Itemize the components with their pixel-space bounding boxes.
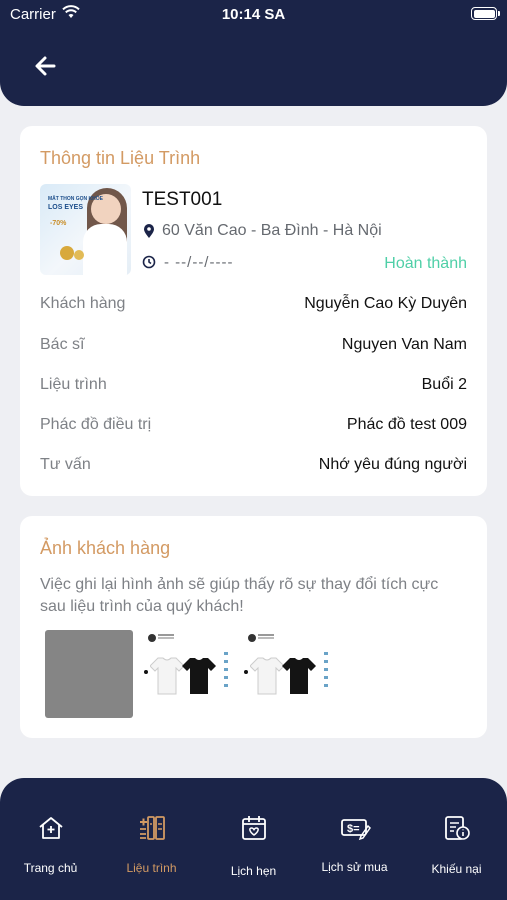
info-row-session: Liệu trình Buổi 2 [40, 376, 467, 398]
customer-photos-description: Việc ghi lại hình ảnh sẽ giúp thấy rõ sự… [40, 576, 439, 615]
info-value: Phác đồ test 009 [346, 416, 467, 433]
info-label: Khách hàng [40, 295, 126, 312]
tab-complaints[interactable]: Khiếu nại [406, 778, 507, 900]
status-bar: Carrier 10:14 SA [0, 0, 507, 28]
customer-photos-title: Ảnh khách hàng [40, 538, 171, 558]
svg-text:$=: $= [347, 823, 360, 835]
customer-photos-card: Ảnh khách hàng Việc ghi lại hình ảnh sẽ … [20, 516, 487, 738]
back-button[interactable] [30, 52, 62, 80]
info-value: Nguyễn Cao Kỳ Duyên [304, 295, 467, 312]
treatment-date: - --/--/---- [164, 254, 234, 271]
info-label: Liệu trình [40, 376, 107, 393]
complaint-icon [444, 816, 470, 840]
treatment-info-card: Thông tin Liệu Trình MẮT THON GỌN KHỎE L… [20, 126, 487, 496]
calendar-icon [241, 816, 266, 840]
info-label: Phác đồ điều trị [40, 416, 152, 433]
tab-home[interactable]: Trang chủ [0, 778, 101, 900]
clock-time: 10:14 SA [221, 6, 286, 23]
battery-icon [471, 7, 500, 20]
treatment-thumbnail[interactable]: MẮT THON GỌN KHỎE LOS EYES -70% [40, 184, 131, 275]
purchase-history-icon: $= [340, 819, 371, 841]
customer-photo-placeholder[interactable] [45, 630, 133, 718]
status-badge: Hoàn thành [384, 255, 467, 272]
tab-label: Trang chủ [23, 861, 78, 875]
info-value: Nhớ yêu đúng người [318, 456, 467, 473]
home-icon [38, 817, 63, 839]
info-label: Bác sĩ [40, 336, 85, 353]
customer-photo[interactable] [144, 630, 232, 718]
tab-treatment[interactable]: Liệu trình [101, 778, 202, 900]
info-row-customer: Khách hàng Nguyễn Cao Kỳ Duyên [40, 295, 467, 317]
info-row-doctor: Bác sĩ Nguyen Van Nam [40, 336, 467, 358]
tab-label: Liệu trình [126, 861, 177, 875]
info-row-consultation: Tư vấn Nhớ yêu đúng người [40, 456, 467, 478]
bottom-tab-bar: Trang chủ Liệu trình Lịch hẹn $= Lịch sử… [0, 778, 507, 900]
thumbnail-brand: LOS EYES [48, 204, 84, 211]
treatment-code: TEST001 [142, 189, 223, 210]
info-row-protocol: Phác đồ điều trị Phác đồ test 009 [40, 416, 467, 438]
tab-appointments[interactable]: Lịch hẹn [203, 778, 304, 900]
tab-label: Lịch hẹn [230, 864, 277, 878]
location-pin-icon [144, 224, 154, 238]
thumbnail-caption: MẮT THON GỌN KHỎE [48, 196, 103, 202]
clinic-address: 60 Văn Cao - Ba Đình - Hà Nội [162, 222, 382, 239]
clock-icon [142, 255, 156, 269]
treatment-icon [139, 816, 165, 840]
treatment-info-title: Thông tin Liệu Trình [40, 148, 201, 168]
tab-label: Khiếu nại [431, 862, 482, 876]
customer-photo[interactable] [244, 630, 332, 718]
info-label: Tư vấn [40, 456, 91, 473]
top-header: Carrier 10:14 SA [0, 0, 507, 106]
thumbnail-discount: -70% [50, 220, 67, 227]
info-value: Buổi 2 [421, 376, 467, 393]
info-value: Nguyen Van Nam [341, 336, 467, 353]
tab-purchase-history[interactable]: $= Lịch sử mua [304, 778, 405, 900]
tab-label: Lịch sử mua [321, 860, 388, 874]
